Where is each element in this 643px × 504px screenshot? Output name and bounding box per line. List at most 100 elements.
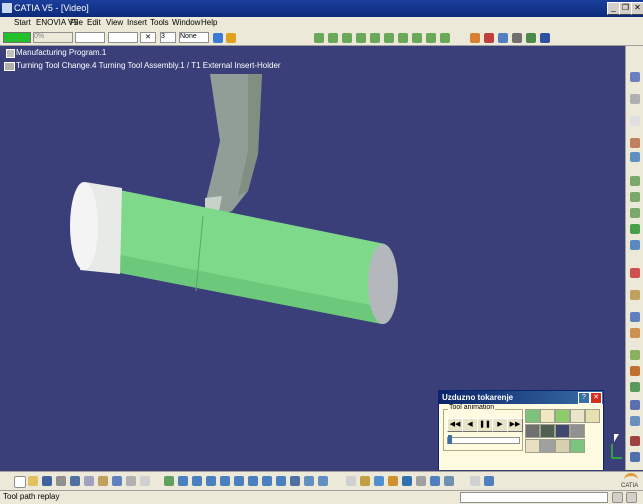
list-icon[interactable]	[630, 152, 640, 162]
table-icon[interactable]	[444, 476, 454, 486]
rewind-button[interactable]: ◀◀	[447, 418, 463, 432]
copy-icon[interactable]	[84, 476, 94, 486]
redo-icon[interactable]	[126, 476, 136, 486]
document-icon[interactable]	[484, 476, 494, 486]
coordinates-icon[interactable]	[570, 439, 585, 453]
output-icon[interactable]	[512, 33, 522, 43]
play-button[interactable]: ▶	[492, 418, 508, 432]
sketch-icon[interactable]	[346, 476, 356, 486]
swap-visible-icon[interactable]	[318, 476, 328, 486]
color-swatch[interactable]	[3, 32, 31, 43]
menu-edit[interactable]: Edit	[87, 18, 101, 27]
menu-help[interactable]: Help	[201, 18, 217, 27]
command-input[interactable]	[460, 492, 608, 503]
tool-display-icon[interactable]	[555, 409, 570, 423]
compass-icon[interactable]	[402, 476, 412, 486]
close-button[interactable]: ✕	[631, 2, 643, 15]
status-icon-1[interactable]	[612, 492, 623, 503]
machine-icon[interactable]	[540, 33, 550, 43]
fly-mode-icon[interactable]	[164, 476, 174, 486]
turning-op-icon-4[interactable]	[630, 224, 640, 234]
tool-change-small-icon[interactable]	[555, 439, 570, 453]
line-value-combo[interactable]: 3	[160, 32, 176, 43]
machining-op-icon-6[interactable]	[384, 33, 394, 43]
catalog-icon[interactable]	[430, 476, 440, 486]
replay-icon[interactable]	[484, 33, 494, 43]
dialog-help-button[interactable]: ?	[578, 392, 590, 404]
turning-op-icon-1[interactable]	[630, 176, 640, 186]
brush-icon[interactable]	[226, 33, 236, 43]
material-removal-icon[interactable]	[525, 409, 540, 423]
clipboard-icon[interactable]	[470, 476, 480, 486]
gouge-check-icon[interactable]	[570, 424, 585, 438]
menu-insert[interactable]: Insert	[127, 18, 147, 27]
zoom-out-icon[interactable]	[234, 476, 244, 486]
measure-icon[interactable]	[360, 476, 370, 486]
animation-slider-thumb[interactable]	[448, 435, 452, 444]
layer-combo[interactable]: None	[179, 32, 209, 43]
new-icon[interactable]	[14, 476, 26, 488]
pause-button[interactable]: ❚❚	[477, 418, 493, 432]
fast-forward-button[interactable]: ▶▶	[507, 418, 523, 432]
turning-op-icon-7[interactable]	[630, 290, 640, 300]
turning-op-icon-8[interactable]	[630, 312, 640, 322]
menu-file[interactable]: File	[70, 18, 83, 27]
collision-icon[interactable]	[525, 439, 540, 453]
menu-view[interactable]: View	[106, 18, 123, 27]
machining-op-icon-5[interactable]	[370, 33, 380, 43]
whats-this-icon[interactable]	[140, 476, 150, 486]
turning-op-icon-12[interactable]	[630, 382, 640, 392]
turning-op-icon-9[interactable]	[630, 328, 640, 338]
turning-op-icon-13[interactable]	[630, 400, 640, 410]
turning-op-icon-10[interactable]	[630, 350, 640, 360]
select-icon[interactable]	[630, 116, 640, 126]
turning-op-icon-6[interactable]	[630, 268, 640, 278]
normal-view-icon[interactable]	[248, 476, 258, 486]
turning-op-icon-2[interactable]	[630, 192, 640, 202]
settings-icon[interactable]	[540, 439, 555, 453]
print-icon[interactable]	[56, 476, 66, 486]
shading-icon[interactable]	[290, 476, 300, 486]
program-icon-r[interactable]	[630, 138, 640, 148]
tool-path-icon[interactable]	[540, 409, 555, 423]
menu-start[interactable]: Start	[14, 18, 31, 27]
status-icon-2[interactable]	[626, 492, 637, 503]
tool-change-icon[interactable]	[470, 33, 480, 43]
stop-icon[interactable]	[585, 409, 600, 423]
camera-icon[interactable]	[525, 424, 540, 438]
cut-icon[interactable]	[70, 476, 80, 486]
turning-op-icon-15[interactable]	[630, 436, 640, 446]
simulate-icon[interactable]	[498, 33, 508, 43]
iso-view-icon[interactable]	[276, 476, 286, 486]
save-icon[interactable]	[42, 476, 52, 486]
paint-icon[interactable]	[213, 33, 223, 43]
animation-slider-track[interactable]	[447, 437, 520, 444]
turning-op-icon-3[interactable]	[630, 208, 640, 218]
analysis-icon-b[interactable]	[374, 476, 384, 486]
machining-op-icon-8[interactable]	[412, 33, 422, 43]
video-icon[interactable]	[570, 409, 585, 423]
machining-op-icon-10[interactable]	[440, 33, 450, 43]
paste-icon[interactable]	[98, 476, 108, 486]
step-back-button[interactable]: ◀	[462, 418, 478, 432]
part-op-icon[interactable]	[630, 94, 640, 104]
turning-op-icon-11[interactable]	[630, 366, 640, 376]
grid-icon[interactable]	[416, 476, 426, 486]
multi-view-icon[interactable]	[262, 476, 272, 486]
turning-op-icon-16[interactable]	[630, 452, 640, 462]
turning-op-icon-14[interactable]	[630, 416, 640, 426]
machining-op-icon-2[interactable]	[328, 33, 338, 43]
pan-icon[interactable]	[192, 476, 202, 486]
linetype-combo[interactable]	[75, 32, 105, 43]
machining-wb-icon[interactable]	[630, 72, 640, 82]
analysis-icon[interactable]	[555, 424, 570, 438]
menu-tools[interactable]: Tools	[150, 18, 169, 27]
machining-op-icon-1[interactable]	[314, 33, 324, 43]
rotate-icon[interactable]	[206, 476, 216, 486]
nc-code-icon[interactable]	[526, 33, 536, 43]
zoom-in-icon[interactable]	[220, 476, 230, 486]
dialog-close-button[interactable]: ✕	[590, 392, 602, 404]
hide-show-icon[interactable]	[304, 476, 314, 486]
undo-icon[interactable]	[112, 476, 122, 486]
menu-window[interactable]: Window	[172, 18, 200, 27]
